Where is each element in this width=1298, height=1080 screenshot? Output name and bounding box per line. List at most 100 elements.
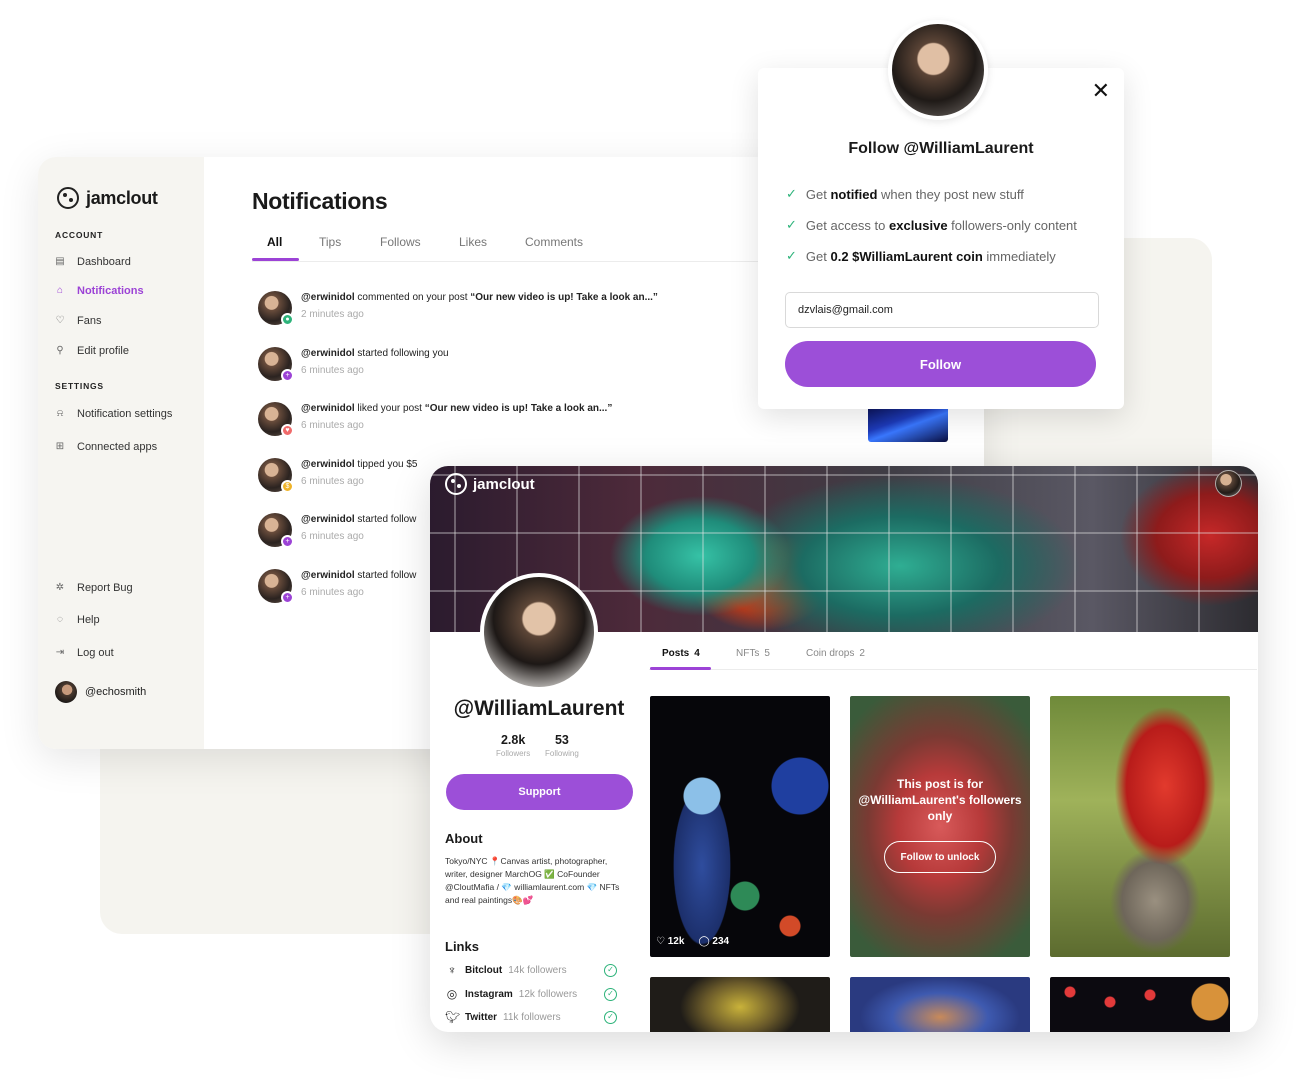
dollar-icon: $ — [281, 480, 294, 493]
locked-post-card[interactable]: This post is for @WilliamLaurent's follo… — [850, 696, 1030, 957]
post-stats: ♡ 12k ◯ 234 — [656, 936, 729, 947]
notification-tabs: All Tips Follows Likes Comments — [252, 235, 792, 262]
instagram-icon: ◎ — [446, 987, 458, 1001]
notification-user[interactable]: @erwinidol — [301, 514, 355, 525]
notification-user[interactable]: @erwinidol — [301, 459, 355, 470]
link-twitter[interactable]: 🐦︎ Twitter 11k followers ✓ — [445, 1010, 617, 1024]
support-button[interactable]: Support — [446, 774, 633, 810]
follow-modal: ✕ Follow @WilliamLaurent ✓ Get notified … — [758, 20, 1124, 409]
follow-to-unlock-button[interactable]: Follow to unlock — [884, 841, 996, 873]
profile-tabs: Posts 4 NFTs 5 Coin drops 2 — [649, 638, 1257, 670]
post-card[interactable] — [1050, 977, 1230, 1032]
notification-item[interactable]: ● @erwinidol commented on your post “Our… — [258, 291, 658, 326]
notification-action: commented on your post — [354, 292, 471, 303]
notification-user[interactable]: @erwinidol — [301, 570, 355, 581]
active-tab-indicator — [252, 258, 299, 261]
post-card[interactable]: ♡ 12k ◯ 234 — [650, 696, 830, 957]
notification-user[interactable]: @erwinidol — [301, 403, 355, 414]
bell-settings-icon: ⍾ — [56, 408, 64, 419]
tab-posts[interactable]: Posts 4 — [662, 648, 700, 659]
comment-icon: ◯ — [698, 936, 710, 947]
tab-nfts[interactable]: NFTs 5 — [736, 648, 770, 659]
verified-check-icon: ✓ — [604, 963, 617, 977]
benefit-item: ✓ Get 0.2 $WilliamLaurent coin immediate… — [786, 248, 1056, 264]
tab-tips[interactable]: Tips — [319, 235, 341, 249]
sidebar-item-fans[interactable]: ♡ Fans — [55, 315, 102, 327]
link-bitclout[interactable]: ♆ Bitclout 14k followers ✓ — [445, 963, 617, 977]
notification-item[interactable]: + @erwinidol started follow 6 minutes ag… — [258, 569, 417, 604]
bell-icon: ⌂ — [56, 285, 64, 296]
email-field[interactable] — [785, 292, 1099, 328]
avatar: + — [258, 347, 294, 382]
brand-name: jamclout — [86, 187, 158, 208]
avatar — [888, 20, 988, 120]
following-count: 53 — [554, 733, 569, 747]
sidebar-item-connected-apps[interactable]: ⊞ Connected apps — [55, 441, 157, 453]
following-label: Following — [545, 749, 579, 758]
close-icon[interactable]: ✕ — [1092, 80, 1110, 102]
followers-label: Followers — [496, 749, 531, 758]
notification-item[interactable]: ♥ @erwinidol liked your post “Our new vi… — [258, 402, 612, 437]
notification-user[interactable]: @erwinidol — [301, 292, 355, 303]
account-heading: ACCOUNT — [55, 230, 104, 240]
avatar: ♥ — [258, 402, 294, 437]
post-card[interactable] — [1050, 696, 1230, 957]
user-icon: ⚲ — [56, 345, 64, 356]
sidebar-item-dashboard[interactable]: ▤ Dashboard — [55, 256, 131, 268]
followers-stat[interactable]: 2.8k Followers — [496, 733, 530, 758]
sidebar-item-edit-profile[interactable]: ⚲ Edit profile — [55, 345, 129, 357]
post-card[interactable] — [850, 977, 1030, 1032]
notification-time: 6 minutes ago — [301, 420, 364, 431]
follow-button[interactable]: Follow — [785, 341, 1096, 387]
following-stat[interactable]: 53 Following — [545, 733, 579, 758]
sidebar-item-report-bug[interactable]: ✲ Report Bug — [55, 582, 133, 594]
bitclout-icon: ♆ — [447, 963, 457, 977]
brand-logo[interactable]: jamclout — [445, 473, 535, 495]
grid-icon: ⊞ — [55, 441, 65, 452]
notification-action: tipped you $5 — [354, 459, 418, 470]
user-handle: @echosmith — [85, 686, 147, 698]
active-tab-indicator — [650, 667, 711, 670]
avatar: + — [258, 569, 294, 604]
notification-item[interactable]: + @erwinidol started follow 6 minutes ag… — [258, 513, 417, 548]
heart-icon: ♥ — [281, 424, 294, 437]
notification-time: 2 minutes ago — [301, 309, 364, 320]
notification-user[interactable]: @erwinidol — [301, 348, 355, 359]
modal-title: Follow @WilliamLaurent — [848, 140, 1034, 157]
sidebar-item-notification-settings[interactable]: ⍾ Notification settings — [55, 408, 173, 420]
sidebar-item-log-out[interactable]: ⇥ Log out — [55, 647, 114, 659]
comment-icon: ● — [281, 313, 294, 326]
brand-name: jamclout — [473, 475, 535, 493]
brand-logo[interactable]: jamclout — [57, 187, 158, 209]
current-user[interactable]: @echosmith — [55, 681, 146, 703]
tab-likes[interactable]: Likes — [459, 235, 487, 249]
page-title: Notifications — [252, 188, 388, 214]
tab-follows[interactable]: Follows — [380, 235, 421, 249]
sidebar: jamclout ACCOUNT ▤ Dashboard ⌂ Notificatio… — [38, 157, 204, 749]
check-icon: ✓ — [786, 248, 797, 263]
bug-icon: ✲ — [55, 582, 65, 593]
tab-coin-drops[interactable]: Coin drops 2 — [806, 648, 865, 659]
account-avatar[interactable] — [1215, 470, 1242, 497]
notification-time: 6 minutes ago — [301, 531, 364, 542]
notification-action: started follow — [354, 570, 417, 581]
post-card[interactable] — [650, 977, 830, 1032]
post-thumbnail[interactable] — [868, 405, 948, 442]
plus-icon: + — [281, 369, 294, 382]
dashboard-icon: ▤ — [55, 256, 65, 267]
link-instagram[interactable]: ◎ Instagram 12k followers ✓ — [445, 987, 617, 1001]
notification-action: started following you — [354, 348, 449, 359]
settings-heading: SETTINGS — [55, 381, 104, 391]
tab-all[interactable]: All — [267, 235, 282, 249]
verified-check-icon: ✓ — [604, 987, 617, 1001]
locked-post-message: This post is for @WilliamLaurent's follo… — [858, 777, 1022, 823]
heart-icon: ♡ — [656, 936, 665, 947]
tab-comments[interactable]: Comments — [525, 235, 583, 249]
sidebar-item-help[interactable]: ◌ Help — [55, 614, 100, 626]
notification-time: 6 minutes ago — [301, 365, 364, 376]
notification-action: started follow — [354, 514, 417, 525]
sidebar-item-notifications[interactable]: ⌂ Notifications — [55, 285, 144, 297]
heart-icon: ♡ — [55, 315, 65, 326]
notification-item[interactable]: $ @erwinidol tipped you $5 6 minutes ago — [258, 458, 418, 493]
notification-item[interactable]: + @erwinidol started following you 6 min… — [258, 347, 449, 382]
